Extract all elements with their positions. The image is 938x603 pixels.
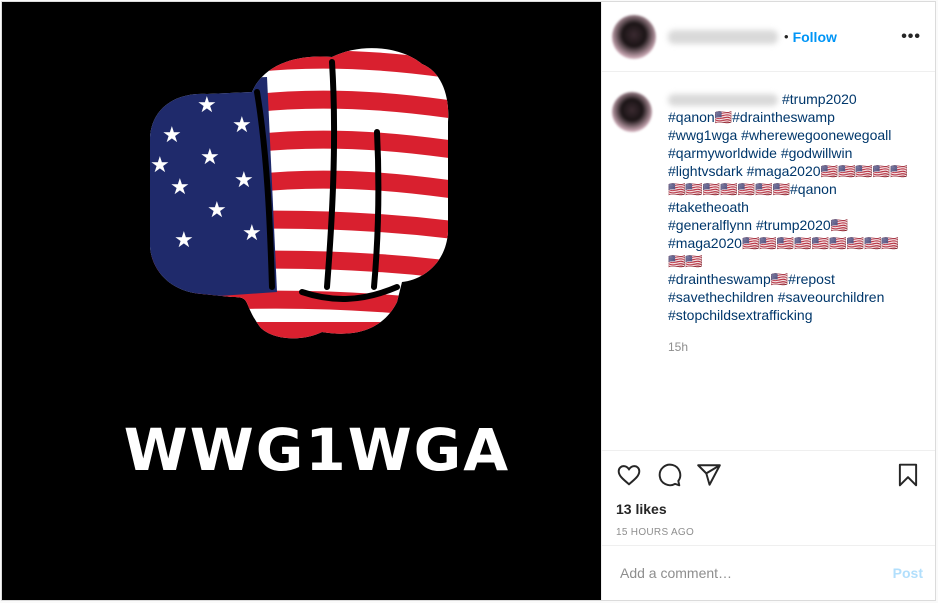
post-image: ★ ★ ★ ★ ★ ★ ★ ★ ★ ★ WWG1WGA [2,2,601,600]
caption-line[interactable]: #savethechildren #saveourchildren [668,288,913,306]
fist-flag-graphic: ★★ ★★ ★★ ★★ ★★ WWG1WGA [124,48,510,484]
share-icon[interactable] [696,462,722,488]
caption-line[interactable]: #stopchildsextrafficking [668,306,913,324]
svg-text:★: ★ [197,93,217,118]
comment-input[interactable] [618,564,893,582]
bookmark-icon[interactable] [895,462,921,488]
post-sidebar: • Follow ••• #trump2020 #qanon🇺🇸#drainth… [601,2,935,600]
more-options-icon[interactable]: ••• [901,28,921,46]
svg-text:★: ★ [174,228,194,253]
post-header: • Follow ••• [602,2,935,72]
caption-timestamp: 15h [668,340,689,354]
caption-line[interactable]: #trump2020 [782,91,857,107]
caption-text: #trump2020 #qanon🇺🇸#draintheswamp #wwg1w… [668,90,913,450]
post-timestamp: 15 HOURS AGO [616,527,695,538]
caption-avatar[interactable] [612,92,652,132]
caption-line[interactable]: #qanon🇺🇸#draintheswamp [668,108,913,126]
svg-text:★: ★ [200,145,220,170]
heart-icon[interactable] [616,462,642,488]
likes-count[interactable]: 13 likes [616,501,921,517]
comment-bar: Post [602,545,935,600]
caption-line[interactable]: #draintheswamp🇺🇸#repost [668,270,913,288]
svg-text:★: ★ [207,198,227,223]
separator-dot: • [784,29,789,44]
svg-text:★: ★ [150,153,170,178]
svg-text:★: ★ [242,221,262,246]
caption-line[interactable]: 🇺🇸🇺🇸🇺🇸🇺🇸🇺🇸🇺🇸🇺🇸#qanon #taketheoath [668,180,913,216]
svg-text:★: ★ [162,123,182,148]
caption-area: #trump2020 #qanon🇺🇸#draintheswamp #wwg1w… [602,72,935,450]
overlay-text: WWG1WGA [124,416,510,484]
svg-text:★: ★ [170,175,190,200]
action-bar: 13 likes 15 HOURS AGO [602,450,935,545]
caption-line[interactable]: #generalflynn #trump2020🇺🇸 [668,216,913,234]
comment-icon[interactable] [656,462,682,488]
avatar[interactable] [612,14,656,59]
svg-text:★: ★ [234,168,254,193]
username-blurred[interactable] [668,29,778,44]
follow-button[interactable]: Follow [793,29,837,45]
caption-line[interactable]: #wwg1wga #wherewegoonewegoall [668,126,913,144]
caption-line[interactable]: #qarmyworldwide #godwillwin [668,144,913,162]
post-dialog: ★★ ★★ ★★ ★★ ★★ WWG1WGA • Follow ••• [1,1,936,601]
caption-username-blurred[interactable] [668,94,778,107]
caption-line[interactable]: #maga2020🇺🇸🇺🇸🇺🇸🇺🇸🇺🇸🇺🇸🇺🇸🇺🇸🇺🇸🇺🇸🇺🇸 [668,234,913,270]
caption-line[interactable]: #lightvsdark #maga2020🇺🇸🇺🇸🇺🇸🇺🇸🇺🇸 [668,162,913,180]
post-comment-button[interactable]: Post [893,565,923,581]
svg-text:★: ★ [232,113,252,138]
